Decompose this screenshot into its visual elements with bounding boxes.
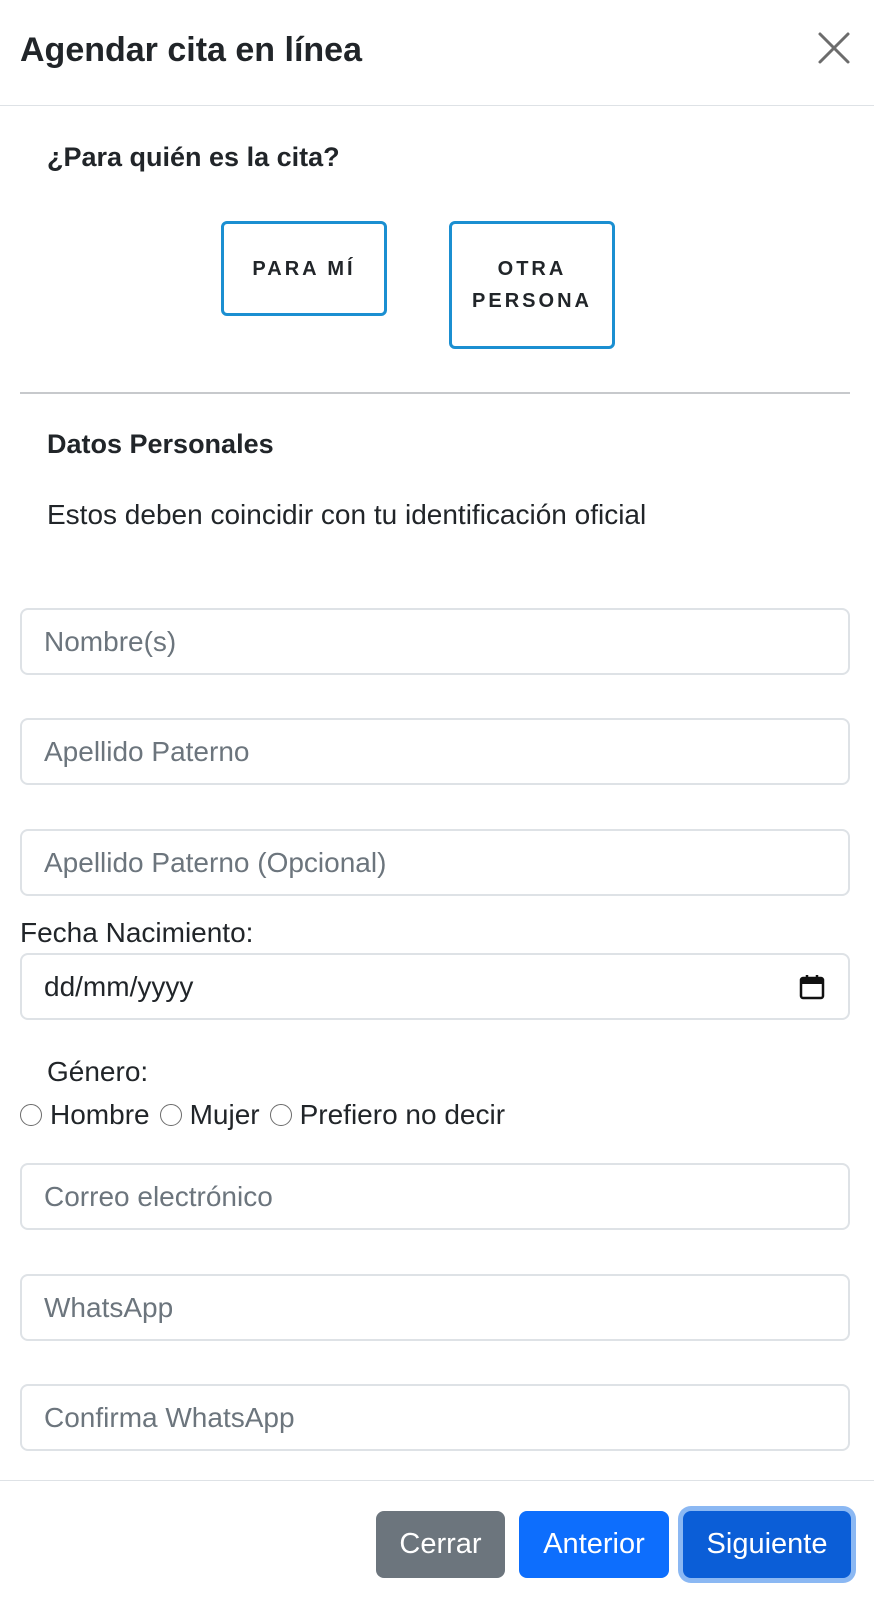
- modal-header: Agendar cita en línea: [0, 0, 874, 106]
- siguiente-button[interactable]: Siguiente: [683, 1511, 851, 1578]
- confirma-whatsapp-input[interactable]: [20, 1384, 850, 1451]
- genero-label-prefiero-no-decir: Prefiero no decir: [299, 1099, 506, 1130]
- calendar-icon[interactable]: [798, 973, 826, 1001]
- genero-label-mujer: Mujer: [189, 1099, 260, 1130]
- genero-label: Género:: [47, 1056, 149, 1087]
- nombre-input[interactable]: [20, 608, 850, 675]
- genero-radio-prefiero-no-decir[interactable]: [269, 1104, 292, 1126]
- who-heading: ¿Para quién es la cita?: [47, 142, 340, 172]
- fecha-nacimiento-value: dd/mm/yyyy: [44, 970, 194, 1002]
- genero-radio-hombre[interactable]: [20, 1104, 42, 1126]
- fecha-nacimiento-input[interactable]: dd/mm/yyyy: [20, 953, 850, 1020]
- anterior-button[interactable]: Anterior: [519, 1511, 669, 1578]
- datos-personales-subtitle: Estos deben coincidir con tu identificac…: [47, 499, 647, 530]
- apellido-paterno-input[interactable]: [20, 718, 850, 785]
- whatsapp-input[interactable]: [20, 1274, 850, 1341]
- section-divider: [20, 392, 850, 394]
- fecha-nacimiento-label: Fecha Nacimiento:: [20, 917, 254, 948]
- option-para-mi-button[interactable]: PARA MÍ: [221, 221, 387, 316]
- genero-label-hombre: Hombre: [50, 1099, 150, 1130]
- option-otra-persona-button[interactable]: OTRA PERSONA: [449, 221, 615, 349]
- cerrar-button[interactable]: Cerrar: [376, 1511, 505, 1578]
- correo-input[interactable]: [20, 1163, 850, 1230]
- close-button[interactable]: [814, 28, 854, 68]
- close-icon: [818, 32, 850, 64]
- genero-radio-mujer[interactable]: [159, 1104, 182, 1126]
- datos-personales-heading: Datos Personales: [47, 429, 274, 459]
- apellido-materno-input[interactable]: [20, 829, 850, 896]
- genero-radio-group: Hombre Mujer Prefiero no decir: [20, 1097, 515, 1133]
- modal-title: Agendar cita en línea: [20, 31, 362, 69]
